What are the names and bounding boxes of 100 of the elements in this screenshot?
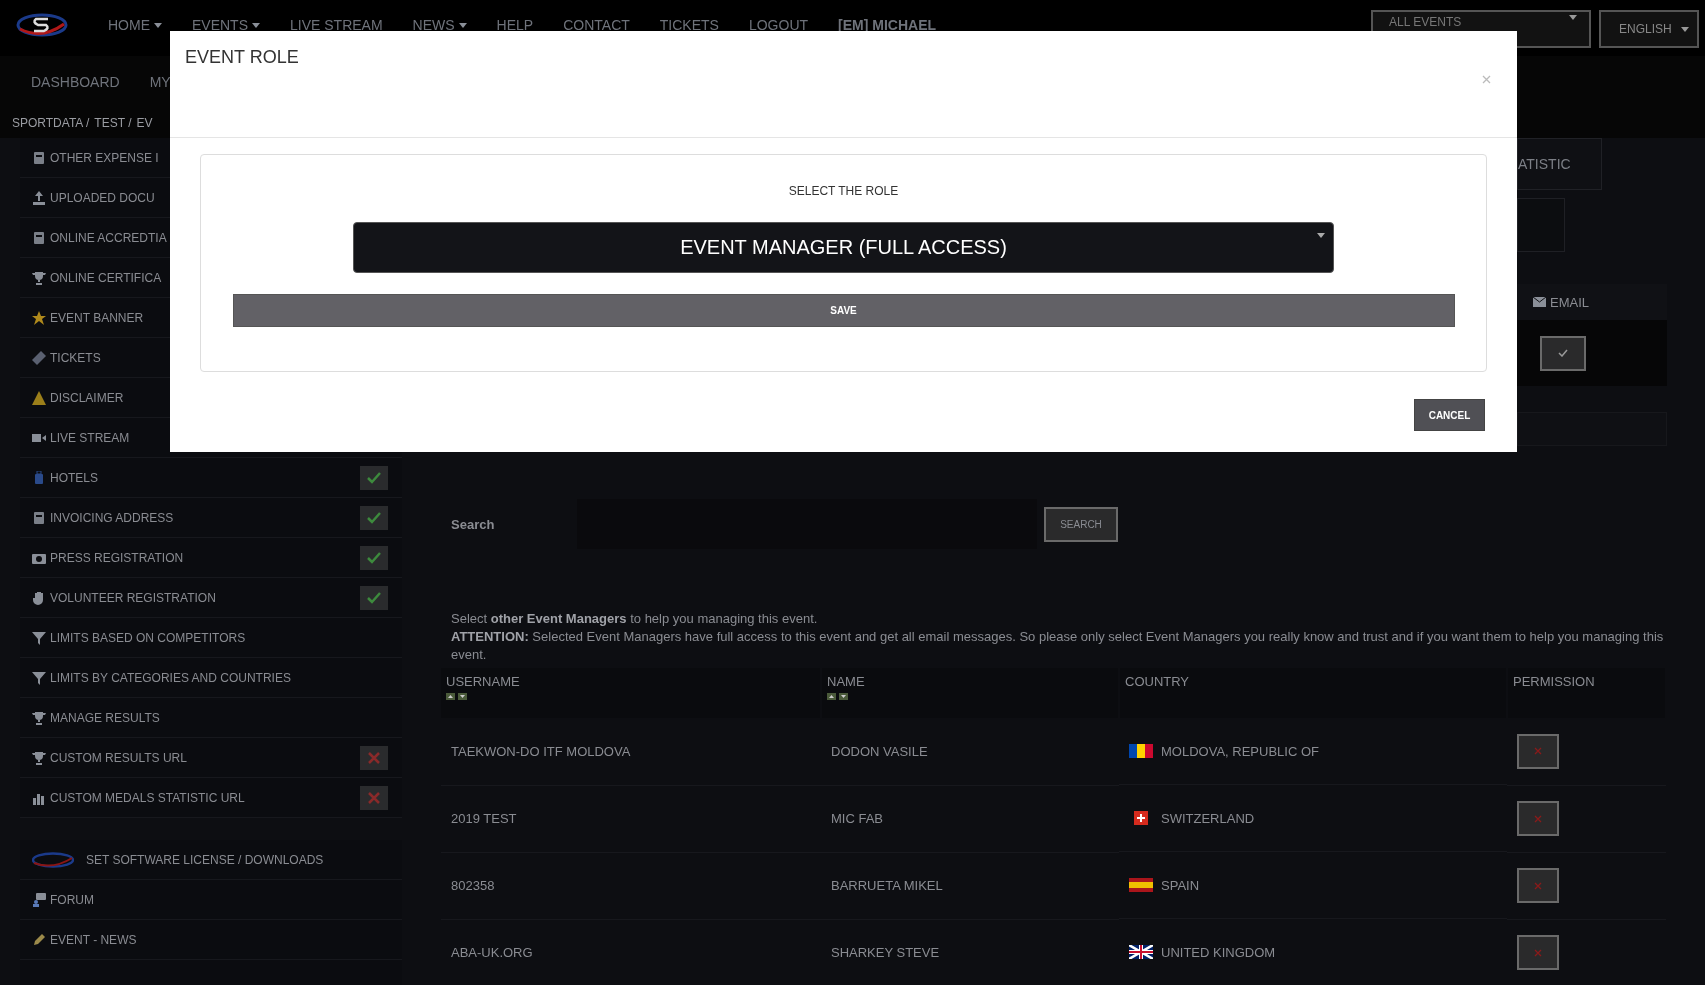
- check-icon: [367, 591, 381, 604]
- sidebar-label: OTHER EXPENSE I: [50, 150, 159, 165]
- sidebar-label: FORUM: [50, 892, 94, 907]
- column-title: USERNAME: [446, 674, 521, 689]
- table-cell: ABA-UK.ORG: [441, 919, 821, 985]
- sidebar-label: INVOICING ADDRESS: [50, 510, 174, 525]
- upload-icon: [32, 190, 46, 205]
- cross-icon: [1534, 747, 1542, 756]
- sidebar-item[interactable]: PRESS REGISTRATION: [20, 538, 402, 578]
- table-cell: TAEKWON-DO ITF MOLDOVA: [441, 718, 821, 785]
- remove-button[interactable]: [1517, 935, 1559, 970]
- caret-icon: [1569, 15, 1577, 20]
- caret-icon: [154, 22, 162, 28]
- cancel-button[interactable]: CANCEL: [1414, 399, 1485, 431]
- table-cell: MIC FAB: [821, 785, 1119, 852]
- close-icon[interactable]: [1482, 75, 1491, 84]
- sort-icon[interactable]: [446, 693, 468, 700]
- sidebar-item[interactable]: SET SOFTWARE LICENSE / DOWNLOADS: [20, 840, 402, 880]
- email-checkbox[interactable]: [1540, 335, 1586, 371]
- breadcrumb-link[interactable]: EV: [136, 116, 153, 130]
- column-title: EMAIL: [1550, 294, 1589, 310]
- luggage-icon: [32, 470, 46, 485]
- sidebar-label: ONLINE ACCREDTIA: [50, 230, 167, 245]
- country-name: SPAIN: [1161, 877, 1200, 893]
- subnav-link[interactable]: DASHBOARD: [31, 74, 120, 90]
- sidebar-item[interactable]: EVENT - NEWS: [20, 920, 402, 960]
- caret-icon: [458, 22, 467, 28]
- ticket-icon: [32, 350, 46, 365]
- cross-icon: [1534, 948, 1542, 957]
- table-cell: DODON VASILE: [821, 718, 1119, 785]
- check-icon: [367, 511, 381, 524]
- nav-link[interactable]: CONTACT: [563, 17, 630, 33]
- chat-icon: [32, 892, 46, 907]
- sidebar-item[interactable]: LIMITS BY CATEGORIES AND COUNTRIES: [20, 658, 402, 698]
- subnav-link[interactable]: MY: [149, 74, 171, 90]
- nav-link[interactable]: LOGOUT: [748, 17, 809, 33]
- caret-icon: [252, 22, 260, 28]
- remove-button[interactable]: [1517, 868, 1559, 903]
- flag-icon: [1129, 744, 1153, 758]
- country-name: MOLDOVA, REPUBLIC OF: [1161, 743, 1319, 759]
- search-button[interactable]: SEARCH: [1044, 506, 1118, 542]
- cross-icon: [368, 751, 380, 764]
- breadcrumb-link[interactable]: SPORTDATA /: [12, 116, 90, 130]
- save-button[interactable]: SAVE: [232, 294, 1455, 327]
- sidebar-label: LIVE STREAM: [50, 430, 130, 445]
- cross-icon: [1534, 881, 1542, 890]
- table-cell: 2019 TEST: [441, 785, 821, 852]
- breadcrumb-link[interactable]: TEST /: [94, 116, 132, 130]
- nav-link[interactable]: EVENTS: [192, 17, 260, 33]
- empty-field[interactable]: [1517, 198, 1565, 252]
- search-label: Search: [450, 516, 496, 532]
- statistic-tab[interactable]: ATISTIC: [1517, 138, 1602, 190]
- star-icon: [32, 310, 46, 325]
- sidebar-item[interactable]: CUSTOM RESULTS URL: [20, 738, 402, 778]
- envelope-icon: [1533, 297, 1546, 307]
- table-cell: BARRUETA MIKEL: [821, 852, 1119, 919]
- hand-icon: [32, 590, 46, 605]
- nav-link[interactable]: TICKETS: [659, 17, 719, 33]
- remove-button[interactable]: [1517, 733, 1559, 769]
- sidebar-label: EVENT BANNER: [50, 310, 144, 325]
- nav-link[interactable]: NEWS: [412, 17, 467, 33]
- warning-icon: [32, 390, 46, 405]
- trophy-icon: [32, 750, 46, 765]
- check-icon: [367, 551, 381, 564]
- sidebar-item[interactable]: FORUM: [20, 880, 402, 920]
- table-cell: SHARKEY STEVE: [821, 919, 1119, 985]
- check-icon: [367, 471, 381, 484]
- sidebar-label: CUSTOM MEDALS STATISTIC URL: [50, 790, 245, 805]
- logo-icon[interactable]: [16, 12, 68, 38]
- nav-link[interactable]: HOME: [108, 17, 162, 33]
- nav-link[interactable]: LIVE STREAM: [290, 17, 383, 33]
- caret-icon: [1681, 26, 1689, 32]
- nav-link[interactable]: HELP: [496, 17, 534, 33]
- filter-icon: [32, 670, 46, 685]
- remove-button[interactable]: [1517, 801, 1559, 836]
- language-select[interactable]: ENGLISH: [1599, 10, 1699, 48]
- sidebar-label: DISCLAIMER: [50, 390, 124, 405]
- sidebar-label: UPLOADED DOCU: [50, 190, 155, 205]
- check-icon: [1558, 349, 1568, 357]
- sidebar-item[interactable]: INVOICING ADDRESS: [20, 498, 402, 538]
- trophy-icon: [32, 270, 46, 285]
- sidebar-label: VOLUNTEER REGISTRATION: [50, 590, 216, 605]
- flag-icon: [1129, 945, 1153, 959]
- sidebar-item[interactable]: VOLUNTEER REGISTRATION: [20, 578, 402, 618]
- sidebar-label: PRESS REGISTRATION: [50, 550, 184, 565]
- country-name: UNITED KINGDOM: [1161, 944, 1276, 960]
- trophy-icon: [32, 710, 46, 725]
- sidebar-item[interactable]: MANAGE RESULTS: [20, 698, 402, 738]
- role-select[interactable]: EVENT MANAGER (FULL ACCESS): [353, 222, 1334, 273]
- filter-icon: [32, 630, 46, 645]
- sidebar-label: MANAGE RESULTS: [50, 710, 160, 725]
- sidebar-label: HOTELS: [50, 470, 98, 485]
- sidebar-label: LIMITS BY CATEGORIES AND COUNTRIES: [50, 670, 291, 685]
- sidebar-label: EVENT - NEWS: [50, 932, 137, 947]
- sidebar-label: TICKETS: [50, 350, 101, 365]
- logo-icon: [32, 851, 74, 868]
- sidebar-item[interactable]: HOTELS: [20, 458, 402, 498]
- sidebar-item[interactable]: LIMITS BASED ON COMPETITORS: [20, 618, 402, 658]
- column-title: PERMISSION: [1513, 674, 1596, 689]
- sort-icon[interactable]: [827, 693, 849, 700]
